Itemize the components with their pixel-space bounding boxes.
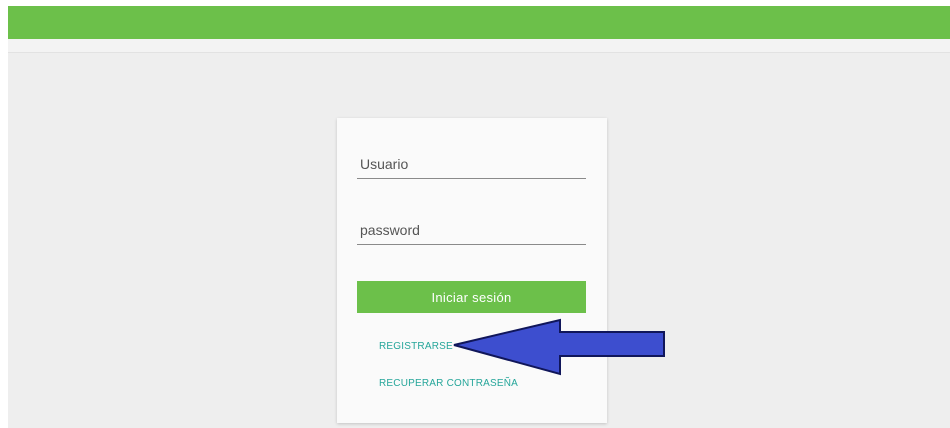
password-input[interactable] <box>357 215 586 245</box>
recover-password-link[interactable]: RECUPERAR CONTRASEÑA <box>379 378 518 389</box>
left-arrow-icon <box>453 318 665 376</box>
register-link[interactable]: REGISTRARSE <box>379 341 453 352</box>
top-app-bar <box>8 6 950 39</box>
username-input[interactable] <box>357 149 586 179</box>
top-bar-divider <box>8 39 950 53</box>
login-button[interactable]: Iniciar sesión <box>357 281 586 313</box>
login-card: Iniciar sesión REGISTRARSE RECUPERAR CON… <box>337 118 607 423</box>
